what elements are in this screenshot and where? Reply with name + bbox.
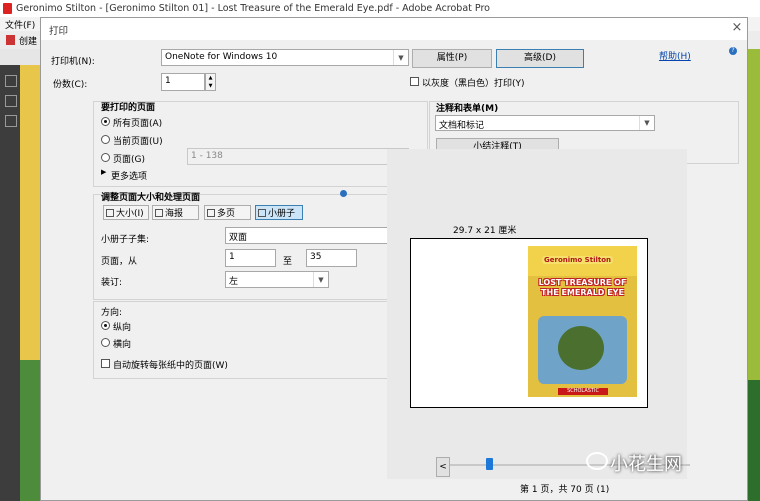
multiple-pages-icon [207,208,215,217]
book-cover-image: Geronimo Stilton LOST TREASURE OF THE EM… [528,246,637,397]
close-icon[interactable]: × [731,21,743,34]
booklet-icon [258,208,266,217]
tab-poster-label: 海报 [165,209,184,219]
all-pages-label: 所有页面(A) [113,119,163,129]
copies-label: 份数(C): [53,80,88,90]
tab-size-label: 大小(I) [116,209,144,219]
document-page-right-lower [748,380,760,501]
app-title: Geronimo Stilton - [Geronimo Stilton 01]… [16,3,490,14]
auto-rotate-label: 自动旋转每张纸中的页面(W) [113,361,228,371]
current-page-radio[interactable] [101,135,110,144]
navigation-panel [0,65,20,501]
cover-title: LOST TREASURE OF THE EMERALD EYE [538,278,627,297]
create-icon [6,35,15,45]
create-button[interactable]: 创建 [19,34,37,47]
help-icon[interactable]: ? [729,47,737,55]
all-pages-radio[interactable] [101,117,110,126]
tab-multiple-label: 多页 [217,209,236,219]
wechat-icon [586,452,608,470]
comments-forms-heading: 注释和表单(M) [436,104,499,114]
portrait-radio[interactable] [101,321,110,330]
auto-rotate-checkbox[interactable] [101,359,110,368]
preview-page-status: 第 1 页，共 70 页 (1) [520,485,610,495]
watermark-text: 小花生网 [610,454,682,475]
pages-icon[interactable] [5,75,17,87]
more-options-link[interactable]: 更多选项 [111,169,147,182]
tab-multiple[interactable]: 多页 [204,205,251,220]
grayscale-checkbox[interactable] [410,77,419,86]
poster-icon [155,208,163,217]
printer-value: OneNote for Windows 10 [165,52,278,62]
bookmark-icon[interactable] [5,95,17,107]
pages-label: 页面(G) [113,155,145,165]
app-title-bar: Geronimo Stilton - [Geronimo Stilton 01]… [0,0,760,18]
menu-file[interactable]: 文件(F) [5,18,35,31]
copies-spinner[interactable]: ▲ ▼ [205,73,216,91]
booklet-subset-label: 小册子子集: [101,235,150,245]
attachment-icon[interactable] [5,115,17,127]
binding-select[interactable]: 左 ▼ [225,271,329,288]
orientation-heading: 方向: [101,308,123,318]
app-secondary-toolbar [0,49,40,65]
to-label: 至 [283,257,293,267]
preview-slider-thumb[interactable] [486,458,493,470]
size-icon [106,208,114,217]
dialog-title: 打印 [49,26,69,37]
current-page-label: 当前页面(U) [113,137,163,147]
pages-to-input[interactable]: 35 [306,249,357,267]
dialog-title-bar: 打印 × [41,18,747,40]
help-link[interactable]: 帮助(H) [659,49,691,62]
landscape-radio[interactable] [101,338,110,347]
booklet-subset-value: 双面 [229,233,248,243]
chevron-down-icon: ▼ [313,272,328,287]
document-page-left-lower [20,360,40,501]
printer-select[interactable]: OneNote for Windows 10 ▼ [161,49,409,66]
info-icon[interactable] [340,190,347,197]
pages-range-input[interactable]: 1 - 138 [187,148,409,165]
comments-forms-select[interactable]: 文档和标记 ▼ [435,115,655,131]
paper-size-label: 29.7 x 21 厘米 [453,226,517,236]
pages-radio[interactable] [101,153,110,162]
tab-poster[interactable]: 海报 [152,205,199,220]
portrait-label: 纵向 [113,323,132,333]
binding-value: 左 [229,277,239,287]
tab-size[interactable]: 大小(I) [103,205,149,220]
printer-label: 打印机(N): [51,57,95,67]
tab-booklet-label: 小册子 [268,209,296,219]
advanced-button[interactable]: 高级(D) [496,49,584,68]
landscape-label: 横向 [113,340,132,350]
cover-series-name: Geronimo Stilton [542,256,614,264]
pages-from-label: 页面，从 [101,257,138,267]
properties-button[interactable]: 属性(P) [412,49,492,68]
tab-booklet[interactable]: 小册子 [255,205,303,220]
chevron-down-icon: ▼ [639,116,654,130]
preview-prev-button[interactable]: < [436,457,450,477]
pages-from-input[interactable]: 1 [225,249,276,267]
grayscale-label: 以灰度（黑白色）打印(Y) [422,79,525,89]
chevron-down-icon: ▼ [393,50,408,65]
pages-to-print-heading: 要打印的页面 [101,103,156,113]
cover-publisher-logo: SCHOLASTIC [558,388,608,395]
comments-forms-value: 文档和标记 [439,121,485,131]
copies-input[interactable]: 1 [161,73,205,91]
acrobat-pdf-icon [3,3,12,14]
more-options-arrow-icon[interactable]: ▶ [101,168,106,176]
cover-character [558,326,604,370]
binding-label: 装订: [101,278,123,288]
page-sizing-heading: 调整页面大小和处理页面 [101,193,201,203]
